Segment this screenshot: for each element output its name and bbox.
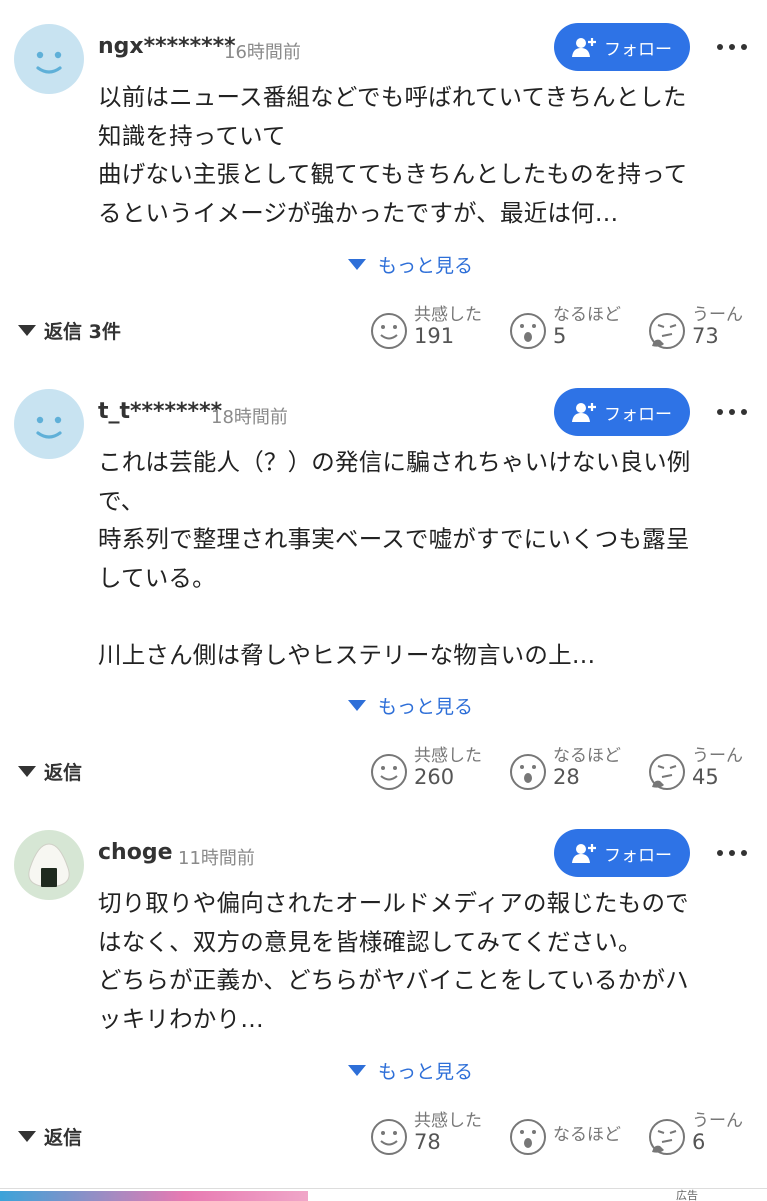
triangle-down-icon xyxy=(18,1131,36,1142)
ad-label: 広告 xyxy=(676,1189,698,1201)
reaction-count: 6 xyxy=(692,1130,706,1154)
comment-card: ngx******** 16時間前 フォロー 以前はニュース番組などでも呼ばれて… xyxy=(0,0,767,372)
more-options-icon[interactable] xyxy=(712,838,752,868)
reply-toggle[interactable]: 返信 3件 xyxy=(18,317,121,344)
surprised-reaction-icon xyxy=(510,1119,546,1155)
comment-card: t_t******** 18時間前 フォロー これは芸能人（？）の発信に騙されち… xyxy=(0,365,767,812)
comment-text: 切り取りや偏向されたオールドメディアの報じたもので はなく、双方の意見を皆様確認… xyxy=(98,884,753,1038)
reaction-label: なるほど xyxy=(553,305,621,325)
comment-line xyxy=(98,597,753,636)
reaction-label: 共感した xyxy=(414,305,482,325)
follow-label: フォロー xyxy=(604,404,672,425)
smile-reaction-icon xyxy=(371,754,407,790)
triangle-down-icon xyxy=(348,259,366,270)
reaction-count: 5 xyxy=(553,324,567,348)
username[interactable]: t_t******** xyxy=(98,399,222,424)
follow-label: フォロー xyxy=(604,39,672,60)
ad-banner[interactable]: 広告 xyxy=(0,1188,767,1201)
reaction-label: なるほど xyxy=(553,746,621,766)
comment-line: はなく、双方の意見を皆様確認してみてください。 xyxy=(98,927,642,956)
avatar[interactable] xyxy=(14,830,84,900)
surprised-reaction-icon xyxy=(510,313,546,349)
show-more-label: もっと見る xyxy=(378,1061,474,1083)
show-more-label: もっと見る xyxy=(378,696,474,718)
post-time: 16時間前 xyxy=(224,42,301,63)
comment-line: ッキリわかり… xyxy=(98,1004,264,1033)
reaction-label: なるほど xyxy=(553,1125,621,1145)
avatar[interactable] xyxy=(14,24,84,94)
triangle-down-icon xyxy=(348,1065,366,1076)
reply-label: 返信 xyxy=(44,1127,83,1149)
triangle-down-icon xyxy=(348,700,366,711)
comment-card: choge 11時間前 フォロー 切り取りや偏向されたオールドメディアの報じたも… xyxy=(0,806,767,1178)
username[interactable]: ngx******** xyxy=(98,34,236,59)
smile-reaction-icon xyxy=(371,1119,407,1155)
reaction-count: 191 xyxy=(414,324,455,348)
comment-line: 川上さん側は脅しやヒステリーな物言いの上… xyxy=(98,640,596,669)
reaction-label: うーん xyxy=(692,746,743,766)
reply-toggle[interactable]: 返信 xyxy=(18,1123,82,1150)
show-more-link[interactable]: もっと見る xyxy=(348,251,473,278)
reaction-label: 共感した xyxy=(414,746,482,766)
comment-line: どちらが正義か、どちらがヤバイことをしているかがハ xyxy=(98,966,689,994)
post-time: 11時間前 xyxy=(178,848,255,869)
reaction-label: うーん xyxy=(692,1111,743,1131)
comment-line: で、 xyxy=(98,486,145,515)
smile-face-icon xyxy=(36,416,62,439)
reaction-count: 260 xyxy=(414,765,455,789)
show-more-label: もっと見る xyxy=(378,255,474,277)
comment-line: 知識を持っていて xyxy=(98,121,286,150)
follow-button[interactable]: フォロー xyxy=(554,388,690,436)
avatar[interactable] xyxy=(14,389,84,459)
reaction-count: 28 xyxy=(553,765,580,789)
username[interactable]: choge xyxy=(98,840,173,865)
post-time: 18時間前 xyxy=(211,407,288,428)
add-user-icon xyxy=(572,844,596,863)
reaction-count: 45 xyxy=(692,765,719,789)
triangle-down-icon xyxy=(18,766,36,777)
comment-line: している。 xyxy=(98,563,216,592)
reply-toggle[interactable]: 返信 xyxy=(18,758,82,785)
onigiri-icon xyxy=(28,843,70,888)
follow-button[interactable]: フォロー xyxy=(554,23,690,71)
thinking-reaction-icon xyxy=(649,313,685,349)
thinking-reaction-icon xyxy=(649,754,685,790)
show-more-link[interactable]: もっと見る xyxy=(348,692,473,719)
reaction-count: 78 xyxy=(414,1130,441,1154)
comment-line: 切り取りや偏向されたオールドメディアの報じたもので xyxy=(98,889,689,917)
smile-reaction-icon xyxy=(371,313,407,349)
more-options-icon[interactable] xyxy=(712,397,752,427)
thinking-reaction-icon xyxy=(649,1119,685,1155)
comment-line: 以前はニュース番組などでも呼ばれていてきちんとした xyxy=(98,83,687,111)
comment-line: これは芸能人（？）の発信に騙されちゃいけない良い例 xyxy=(98,448,691,476)
comment-line: 時系列で整理され事実ベースで嘘がすでにいくつも露呈 xyxy=(98,525,690,553)
triangle-down-icon xyxy=(18,325,36,336)
more-options-icon[interactable] xyxy=(712,32,752,62)
comment-line: るというイメージが強かったですが、最近は何… xyxy=(98,198,619,227)
reaction-label: 共感した xyxy=(414,1111,482,1131)
smile-face-icon xyxy=(36,51,62,74)
surprised-reaction-icon xyxy=(510,754,546,790)
comment-text: これは芸能人（？）の発信に騙されちゃいけない良い例 で、 時系列で整理され事実ベ… xyxy=(98,443,753,674)
reply-label: 返信 xyxy=(44,762,83,784)
reaction-label: うーん xyxy=(692,305,743,325)
comment-line: 曲げない主張として観ててもきちんとしたものを持って xyxy=(98,160,688,188)
add-user-icon xyxy=(572,38,596,57)
comment-text: 以前はニュース番組などでも呼ばれていてきちんとした 知識を持っていて 曲げない主… xyxy=(98,78,753,232)
show-more-link[interactable]: もっと見る xyxy=(348,1057,473,1084)
follow-label: フォロー xyxy=(604,845,672,866)
follow-button[interactable]: フォロー xyxy=(554,829,690,877)
reaction-count: 73 xyxy=(692,324,719,348)
add-user-icon xyxy=(572,403,596,422)
reply-label: 返信 3件 xyxy=(44,321,121,343)
